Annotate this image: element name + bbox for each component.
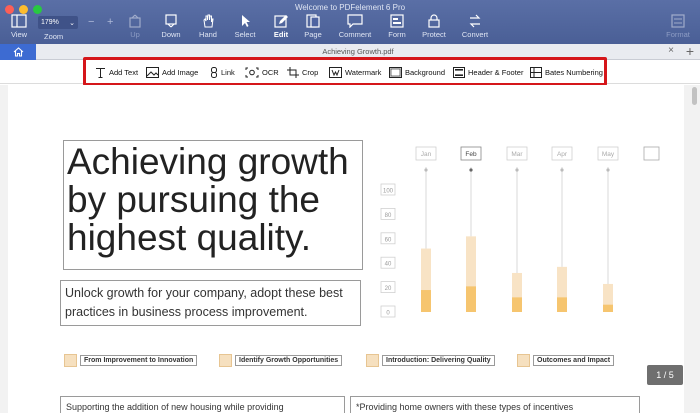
guide-dot xyxy=(560,168,564,172)
body-textbox-left[interactable]: Supporting the addition of new housing w… xyxy=(60,396,345,413)
view-icon xyxy=(11,14,27,28)
section-label[interactable]: Introduction: Delivering Quality xyxy=(366,353,495,368)
zoom-value: 179% xyxy=(41,19,59,26)
toolbar-view-button[interactable]: View xyxy=(0,14,38,39)
headline-textbox[interactable]: Achieving growth by pursuing the highest… xyxy=(63,140,363,270)
tab-home[interactable] xyxy=(0,44,36,60)
headline-line: by pursuing the xyxy=(67,179,321,220)
bar-chart[interactable]: 100806040200Jan Feb Mar Apr May xyxy=(375,140,665,330)
page-icon xyxy=(306,14,320,28)
guide-dot xyxy=(424,168,428,172)
scrollbar-thumb[interactable] xyxy=(692,87,697,105)
section-icon xyxy=(219,354,232,367)
hand-icon xyxy=(203,14,214,28)
section-icon xyxy=(366,354,379,367)
toolbar-page-button[interactable]: Page xyxy=(294,14,332,39)
app-toolbar: Welcome to PDFelement 6 Pro View 179% ⌄ … xyxy=(0,0,700,44)
headline-line: highest quality. xyxy=(67,217,312,258)
new-tab-button[interactable]: + xyxy=(686,43,694,59)
toolbar-down-button[interactable]: Down xyxy=(152,14,190,39)
y-tick-label: 80 xyxy=(385,213,392,219)
category-label: May xyxy=(602,151,615,158)
toolbar-format-button[interactable]: Format xyxy=(659,14,697,39)
highlight-frame xyxy=(83,57,607,86)
home-icon xyxy=(13,47,23,57)
category-label: Mar xyxy=(511,151,523,158)
section-label[interactable]: From Improvement to Innovation xyxy=(64,353,198,368)
vertical-scrollbar[interactable] xyxy=(690,85,700,413)
bar-dark xyxy=(603,304,613,312)
subtitle-line: practices in business process improvemen… xyxy=(65,305,308,319)
legend-box xyxy=(643,146,660,161)
tab-close-button[interactable]: × xyxy=(668,45,674,56)
window-title: Welcome to PDFelement 6 Pro xyxy=(294,3,406,12)
section-icon xyxy=(64,354,77,367)
up-icon xyxy=(129,14,141,28)
headline-line: Achieving growth xyxy=(67,141,349,182)
guide-dot xyxy=(469,168,473,172)
bar-dark xyxy=(466,286,476,312)
toolbar-up-button[interactable]: Up xyxy=(116,14,154,39)
select-icon xyxy=(242,15,250,27)
page-indicator: 1 / 5 xyxy=(647,365,683,385)
section-label[interactable]: Outcomes and Impact xyxy=(517,353,615,368)
y-tick-label: 60 xyxy=(385,237,392,243)
format-icon xyxy=(671,14,685,28)
section-label[interactable]: Identify Growth Opportunities xyxy=(219,353,343,368)
zoom-out-button[interactable]: − xyxy=(88,16,94,28)
guide-dot xyxy=(515,168,519,172)
section-icon xyxy=(517,354,530,367)
toolbar-select-button[interactable]: Select xyxy=(226,14,264,39)
y-tick-label: 100 xyxy=(383,189,394,195)
down-icon xyxy=(165,14,177,28)
toolbar-protect-button[interactable]: Protect xyxy=(415,14,453,39)
edit-icon xyxy=(274,15,288,28)
zoom-select[interactable]: 179% ⌄ xyxy=(38,16,78,29)
category-label: Feb xyxy=(465,151,477,158)
y-tick-label: 20 xyxy=(385,286,392,292)
bar-dark xyxy=(557,297,567,312)
toolbar-form-button[interactable]: Form xyxy=(378,14,416,39)
category-label: Apr xyxy=(557,151,568,158)
toolbar-convert-button[interactable]: Convert xyxy=(456,14,494,39)
category-label: Jan xyxy=(421,151,432,158)
form-icon xyxy=(390,14,404,28)
bar-dark xyxy=(512,297,522,312)
zoom-label: Zoom xyxy=(44,32,64,41)
bar-dark xyxy=(421,290,431,312)
y-tick-label: 40 xyxy=(385,262,392,268)
comment-icon xyxy=(347,14,363,28)
zoom-in-button[interactable]: + xyxy=(107,16,113,28)
toolbar-comment-button[interactable]: Comment xyxy=(334,14,376,39)
body-textbox-right[interactable]: *Providing home owners with these types … xyxy=(350,396,640,413)
toolbar-hand-button[interactable]: Hand xyxy=(189,14,227,39)
convert-icon xyxy=(469,14,481,28)
subtitle-line: Unlock growth for your company, adopt th… xyxy=(65,286,343,300)
subtitle-textbox[interactable]: Unlock growth for your company, adopt th… xyxy=(60,280,361,326)
chevron-down-icon: ⌄ xyxy=(69,19,75,27)
protect-icon xyxy=(428,14,440,28)
guide-dot xyxy=(606,168,610,172)
